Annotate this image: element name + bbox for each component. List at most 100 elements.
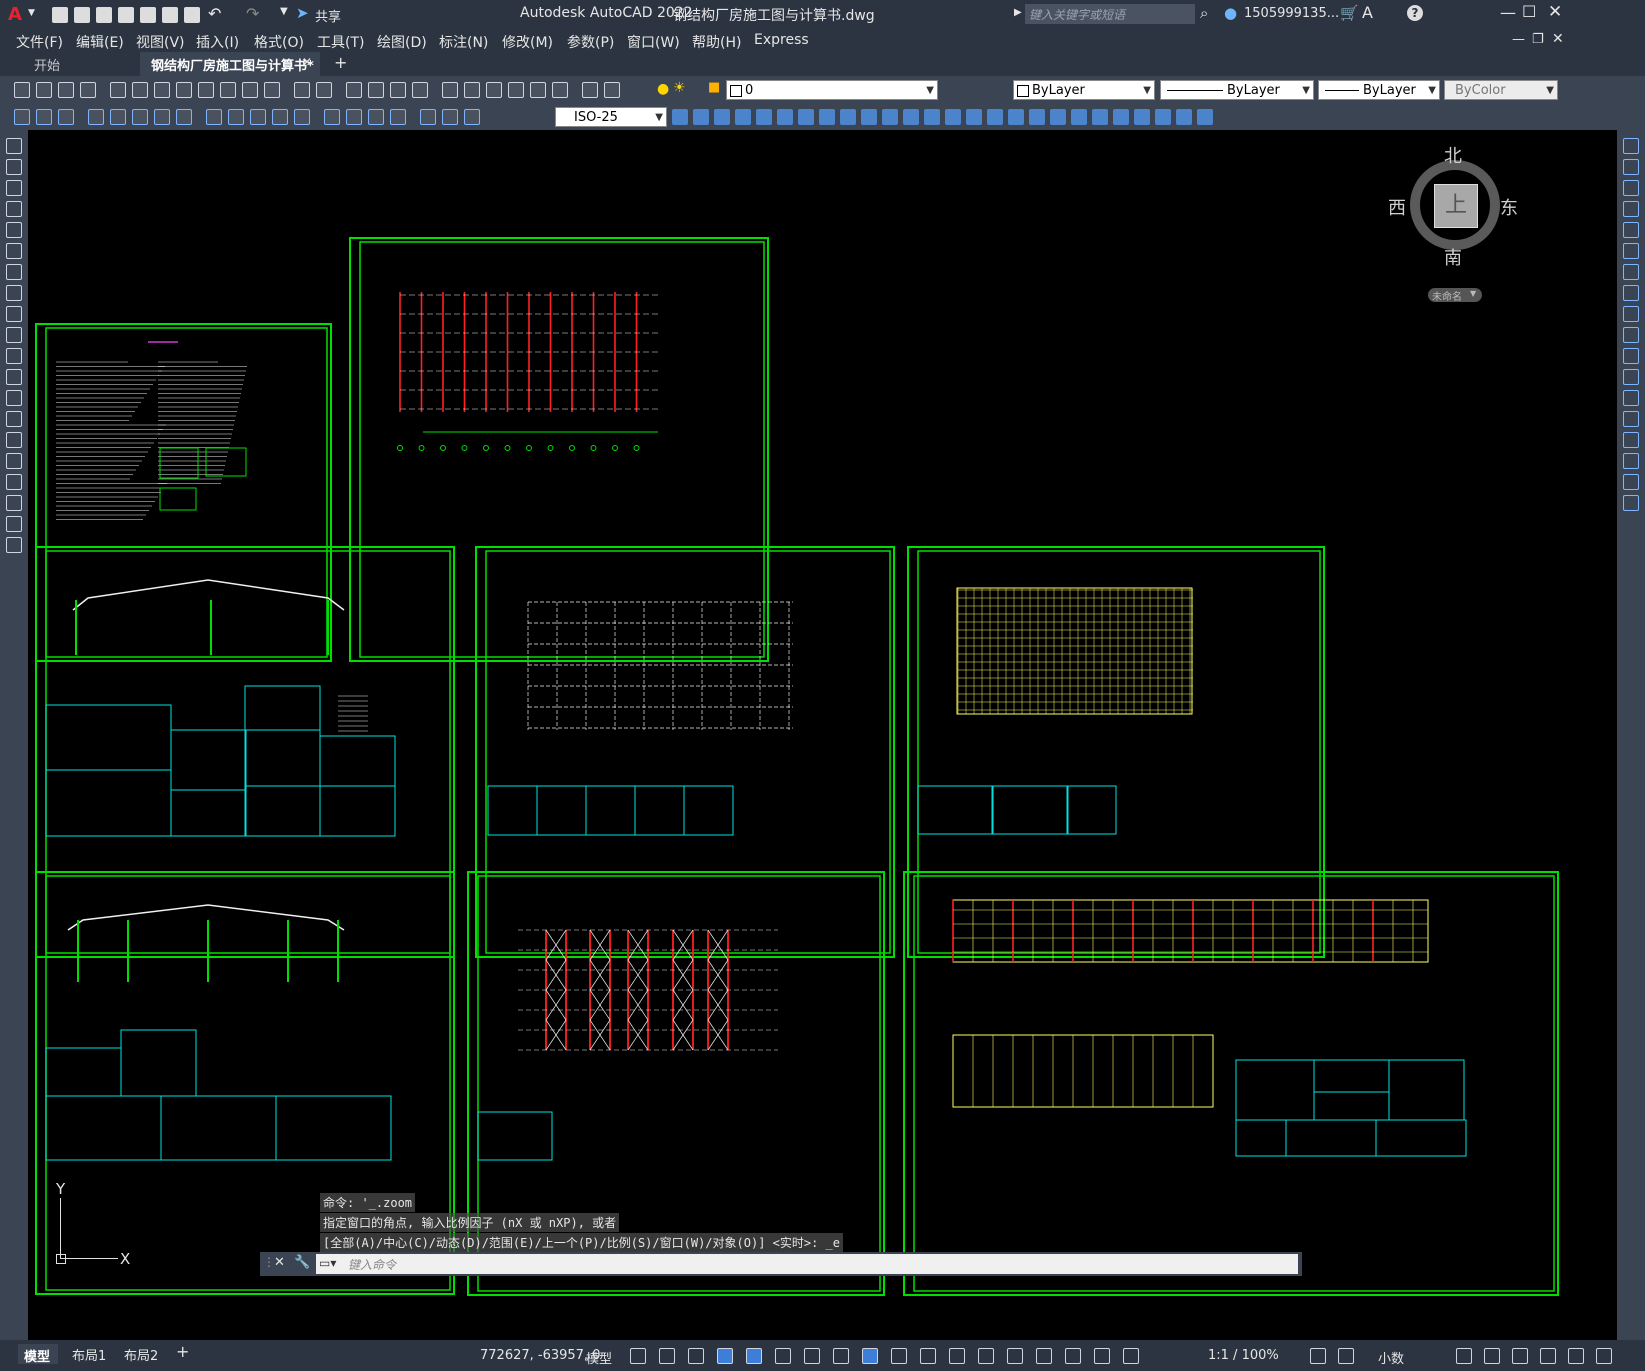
polyline-icon[interactable] (6, 159, 22, 175)
dim-update-icon[interactable] (464, 109, 480, 125)
annotation-monitor-icon[interactable] (1310, 1348, 1326, 1364)
copy-icon[interactable] (198, 82, 214, 98)
infer-icon[interactable] (688, 1348, 704, 1364)
user-name[interactable]: 1505999135... (1244, 6, 1339, 21)
dim-quick-icon[interactable] (206, 109, 222, 125)
share-button[interactable]: 共享 (315, 6, 341, 25)
dynamic-ucs-icon[interactable] (1007, 1348, 1023, 1364)
selection-filter-icon[interactable] (1036, 1348, 1052, 1364)
redo-icon[interactable] (316, 82, 332, 98)
color-dropdown[interactable]: ByLayer ▼ (1013, 80, 1155, 100)
3d-union-icon[interactable] (756, 109, 772, 125)
chamfer-icon[interactable] (1623, 432, 1639, 448)
menu-help[interactable]: 帮助(H) (692, 32, 741, 52)
layer-lock-icon[interactable]: ■ (708, 80, 720, 95)
menu-dimension[interactable]: 标注(N) (439, 32, 488, 52)
command-customize-icon[interactable]: 🔧 (294, 1255, 310, 1270)
spline-icon[interactable] (6, 306, 22, 322)
3d-intersect-icon[interactable] (798, 109, 814, 125)
move-icon[interactable] (1623, 243, 1639, 259)
3d-extrude-icon[interactable] (735, 109, 751, 125)
lineweight-dropdown[interactable]: ByLayer ▼ (1318, 80, 1440, 100)
doc-close-icon[interactable]: ✕ (1552, 31, 1564, 47)
lineweight-icon[interactable] (891, 1348, 907, 1364)
isodraft-icon[interactable] (804, 1348, 820, 1364)
construction-line-icon[interactable] (6, 180, 22, 196)
ucs-view-icon[interactable] (1176, 109, 1192, 125)
isolate-icon[interactable] (1512, 1348, 1528, 1364)
layout-tab-2[interactable]: 布局2 (124, 1345, 158, 1364)
insert-block-icon[interactable] (6, 369, 22, 385)
viewcube-north[interactable]: 北 (1444, 142, 1462, 168)
break-at-point-icon[interactable] (1623, 369, 1639, 385)
zoom-realtime-icon[interactable] (368, 82, 384, 98)
dim-baseline-icon[interactable] (228, 109, 244, 125)
qnew-icon[interactable] (14, 82, 30, 98)
redo-icon[interactable]: ↷ (246, 4, 259, 23)
match-properties-icon[interactable] (242, 82, 258, 98)
autocad-logo-icon[interactable]: A (8, 4, 22, 25)
auto-scale-icon[interactable] (1123, 1348, 1139, 1364)
zoom-previous-icon[interactable] (412, 82, 428, 98)
save-web-icon[interactable] (162, 7, 178, 23)
viewcube-west[interactable]: 西 (1388, 194, 1406, 220)
plot-preview-icon[interactable] (110, 82, 126, 98)
table-icon[interactable] (6, 495, 22, 511)
help-icon[interactable]: ? (1407, 5, 1423, 21)
ucs-3point-icon[interactable] (1197, 109, 1213, 125)
light-icon[interactable] (1008, 109, 1024, 125)
annotation-scale[interactable]: 1:1 / 100% (1208, 1348, 1279, 1363)
3dprint-icon[interactable] (154, 82, 170, 98)
dimstyle-dropdown[interactable]: ISO-25 ▼ (555, 107, 667, 127)
menu-modify[interactable]: 修改(M) (502, 32, 553, 52)
app-menu-chevron-icon[interactable]: ▼ (28, 8, 35, 18)
annotation-visibility-icon[interactable] (1094, 1348, 1110, 1364)
3d-align-icon[interactable] (903, 109, 919, 125)
layer-properties-icon[interactable] (604, 82, 620, 98)
units-dropdown[interactable]: 小数 (1378, 1348, 1404, 1367)
dim-space-icon[interactable] (272, 109, 288, 125)
dim-arc-icon[interactable] (58, 109, 74, 125)
blend-icon[interactable] (1623, 474, 1639, 490)
array-icon[interactable] (1623, 222, 1639, 238)
design-center-icon[interactable] (464, 82, 480, 98)
walk-icon[interactable] (1071, 109, 1087, 125)
ellipse-icon[interactable] (6, 327, 22, 343)
material-icon[interactable] (1029, 109, 1045, 125)
menu-format[interactable]: 格式(O) (254, 32, 304, 52)
tab-close-icon[interactable]: ✕ (302, 55, 312, 69)
paste-icon[interactable] (220, 82, 236, 98)
tolerance-icon[interactable] (324, 109, 340, 125)
maximize-icon[interactable]: ☐ (1522, 2, 1536, 21)
ortho-icon[interactable] (746, 1348, 762, 1364)
object-snap-icon[interactable] (862, 1348, 878, 1364)
3d-mirror-icon[interactable] (924, 109, 940, 125)
share-icon[interactable]: ➤ (296, 4, 309, 22)
linetype-dropdown[interactable]: ByLayer ▼ (1160, 80, 1314, 100)
stretch-icon[interactable] (1623, 306, 1639, 322)
dim-linear-icon[interactable] (14, 109, 30, 125)
cut-icon[interactable] (176, 82, 192, 98)
menu-file[interactable]: 文件(F) (16, 32, 63, 52)
cart-icon[interactable]: 🛒 (1340, 4, 1359, 22)
command-close-icon[interactable]: ✕ (274, 1255, 285, 1270)
zoom-window-icon[interactable] (390, 82, 406, 98)
menu-tools[interactable]: 工具(T) (317, 32, 364, 52)
tab-drawing[interactable]: 钢结构厂房施工图与计算书* ✕ (140, 52, 320, 76)
autodesk-app-icon[interactable]: A (1362, 3, 1373, 22)
gradient-icon[interactable] (6, 453, 22, 469)
dim-break-icon[interactable] (294, 109, 310, 125)
ucs-origin-icon[interactable] (1155, 109, 1171, 125)
snap-icon[interactable] (659, 1348, 675, 1364)
minimize-icon[interactable]: — (1500, 3, 1516, 22)
3d-orbit-icon[interactable] (693, 109, 709, 125)
polygon-icon[interactable] (6, 201, 22, 217)
offset-icon[interactable] (1623, 201, 1639, 217)
new-tab-icon[interactable]: + (334, 53, 347, 72)
viewcube-south[interactable]: 南 (1444, 244, 1462, 270)
copy-object-icon[interactable] (1623, 159, 1639, 175)
make-block-icon[interactable] (6, 390, 22, 406)
multiline-text-icon[interactable] (6, 516, 22, 532)
menu-parametric[interactable]: 参数(P) (567, 32, 614, 52)
menu-express[interactable]: Express (754, 32, 809, 48)
